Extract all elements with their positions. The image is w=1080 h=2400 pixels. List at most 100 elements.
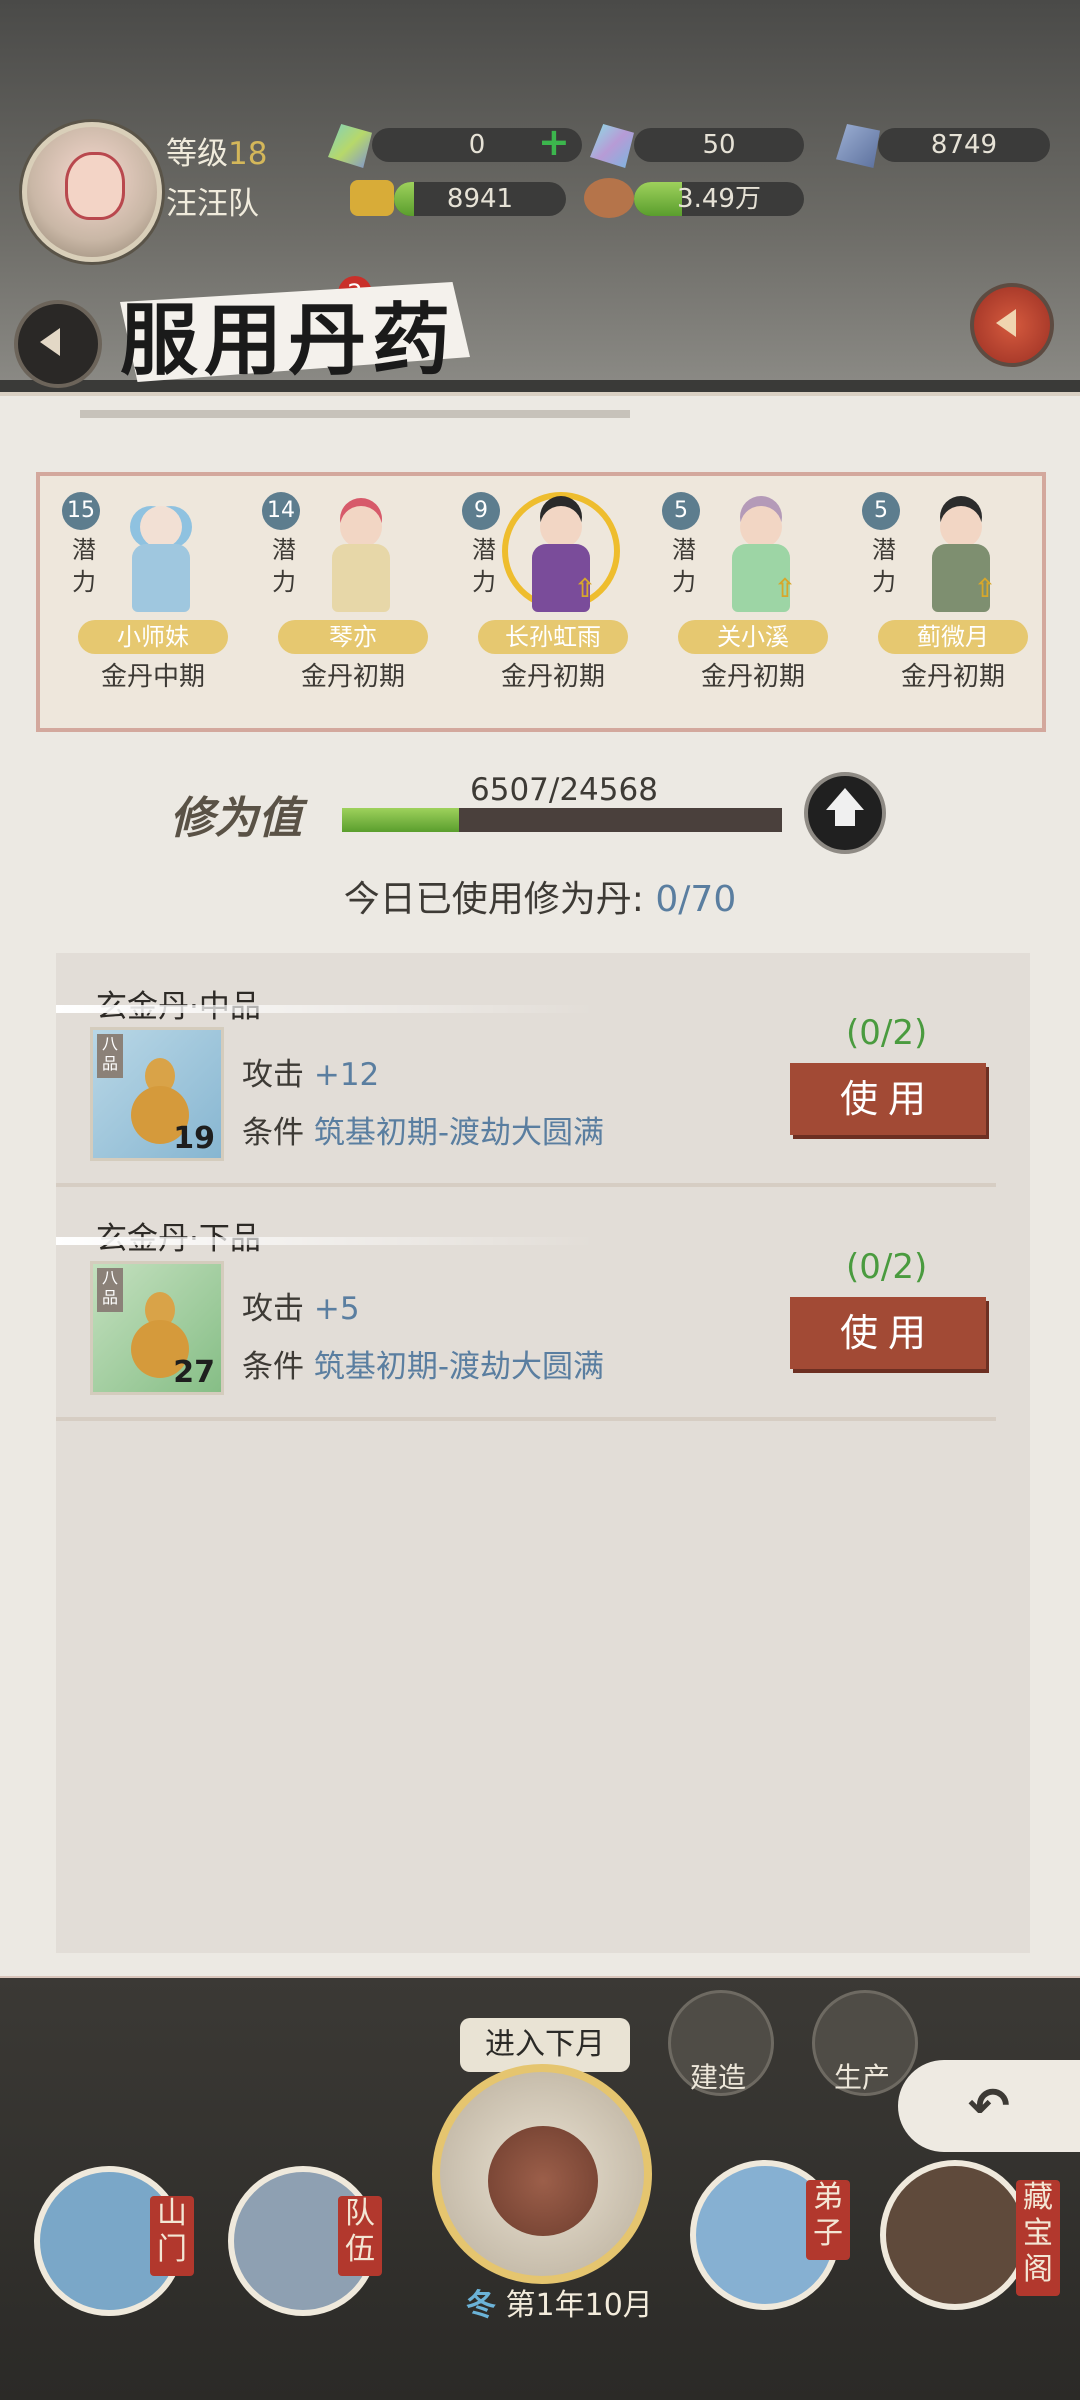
level-up-icon: ⇧ (774, 574, 796, 604)
character-realm: 金丹初期 (500, 662, 605, 692)
stat-label: 攻击 (242, 1057, 304, 1093)
jade-a-value: 0 (468, 130, 486, 160)
item-grade: 八品 (97, 1034, 123, 1078)
character-name: 关小溪 (678, 620, 828, 654)
character-card[interactable]: 5 潜力 ⇧ 关小溪 金丹初期 (642, 478, 842, 718)
panel-title: 服用丹药 (120, 295, 457, 386)
player-avatar[interactable] (22, 122, 162, 262)
daily-usage-value: 0/70 (655, 879, 737, 920)
season-dial[interactable] (432, 2064, 652, 2284)
condition-value: 筑基初期-渡劫大圆满 (313, 1349, 605, 1385)
treasury-label: 藏宝阁 (1016, 2180, 1060, 2296)
cultivation-label: 修为值 (170, 793, 302, 844)
up-arrow-icon (826, 788, 864, 810)
condition-label: 条件 (242, 1115, 304, 1151)
potential-label: 潜力 (72, 536, 96, 596)
character-realm: 金丹初期 (700, 662, 805, 692)
jade-b-counter: 50 (634, 128, 804, 162)
gold-icon (350, 180, 394, 216)
left-arrow-icon (996, 309, 1016, 337)
stat-value: +5 (313, 1291, 360, 1327)
gold-counter: 8941 (394, 182, 566, 216)
item-count: 19 (173, 1121, 215, 1156)
jade-b-value: 50 (702, 130, 736, 160)
potential-label: 潜力 (872, 536, 896, 596)
character-card[interactable]: 15 潜力 小师妹 金丹中期 (42, 478, 242, 718)
disciple-label: 弟子 (806, 2180, 850, 2260)
crystal-value: 8749 (930, 130, 998, 160)
character-name: 长孙虹雨 (478, 620, 628, 654)
build-label[interactable]: 建造 (690, 2056, 746, 2096)
upgrade-button[interactable] (804, 772, 886, 854)
cultivation-value: 6507/24568 (470, 772, 658, 808)
item-count: 27 (173, 1355, 215, 1390)
potential-label: 潜力 (672, 536, 696, 596)
character-realm: 金丹中期 (100, 662, 205, 692)
crystal-counter: 8749 (878, 128, 1050, 162)
food-icon (584, 178, 634, 218)
red-back-button[interactable] (970, 283, 1054, 367)
character-realm: 金丹初期 (900, 662, 1005, 692)
item-name: 玄金丹·中品 (96, 981, 261, 1026)
item-grade: 八品 (97, 1268, 123, 1312)
item-stat: 攻击 +12 (242, 1049, 379, 1094)
potential-badge: 15 (62, 492, 100, 530)
player-level: 等级18 (166, 128, 267, 173)
level-up-icon: ⇧ (974, 574, 996, 604)
potential-badge: 14 (262, 492, 300, 530)
use-button[interactable]: 使用 (790, 1063, 986, 1135)
item-name: 玄金丹·下品 (96, 1213, 261, 1258)
current-date: 冬 第1年10月 (466, 2280, 653, 2324)
title-underline (80, 410, 630, 418)
character-card[interactable]: 5 潜力 ⇧ 蓟微月 金丹初期 (842, 478, 1042, 718)
date-label: 第1年10月 (505, 2288, 653, 2323)
level-value: 18 (228, 136, 268, 172)
item-quota: (0/2) (846, 1013, 928, 1053)
item-quota: (0/2) (846, 1247, 928, 1287)
produce-label[interactable]: 生产 (834, 2056, 890, 2096)
food-value: 3.49万 (677, 184, 761, 214)
rainbow-jade-icon (590, 124, 634, 168)
character-name: 小师妹 (78, 620, 228, 654)
character-name: 蓟微月 (878, 620, 1028, 654)
character-figure (320, 506, 400, 616)
return-button[interactable]: ↶ (898, 2060, 1080, 2152)
potential-label: 潜力 (472, 536, 496, 596)
use-button[interactable]: 使用 (790, 1297, 986, 1369)
potential-badge: 9 (462, 492, 500, 530)
condition-label: 条件 (242, 1349, 304, 1385)
character-card[interactable]: 14 潜力 琴亦 金丹初期 (242, 478, 442, 718)
back-arrow-button[interactable] (14, 300, 102, 388)
potential-badge: 5 (862, 492, 900, 530)
team-label: 队伍 (338, 2196, 382, 2276)
cultivation-progress-fill (342, 808, 459, 832)
gate-label: 山门 (150, 2196, 194, 2276)
item-stat: 攻击 +5 (242, 1283, 360, 1328)
left-arrow-icon (40, 328, 60, 356)
team-name: 汪汪队 (166, 186, 259, 222)
daily-usage: 今日已使用修为丹: 0/70 (0, 870, 1080, 922)
winter-tree-icon (488, 2126, 598, 2236)
gold-value: 8941 (446, 184, 514, 214)
pill-icon-box[interactable]: 八品 19 (90, 1027, 224, 1161)
crystal-icon (836, 124, 880, 168)
item-condition: 条件 筑基初期-渡劫大圆满 (242, 1341, 604, 1386)
food-counter: 3.49万 (634, 182, 804, 216)
pill-list: 玄金丹·中品 八品 19 攻击 +12 条件 筑基初期-渡劫大圆满 (0/2) … (56, 953, 1030, 1953)
character-figure (120, 506, 200, 616)
return-arrow-icon: ↶ (968, 2077, 1010, 2135)
pill-icon-box[interactable]: 八品 27 (90, 1261, 224, 1395)
character-card-selected[interactable]: 9 潜力 ⇧ 长孙虹雨 金丹初期 (442, 478, 642, 718)
treasury-nav-button[interactable] (880, 2160, 1030, 2310)
add-jade-button[interactable]: + (538, 120, 570, 164)
condition-value: 筑基初期-渡劫大圆满 (313, 1115, 605, 1151)
character-realm: 金丹初期 (300, 662, 405, 692)
jade-icon (328, 124, 372, 168)
item-condition: 条件 筑基初期-渡劫大圆满 (242, 1107, 604, 1152)
stat-label: 攻击 (242, 1291, 304, 1327)
stat-value: +12 (313, 1057, 380, 1093)
season-label: 冬 (466, 2288, 496, 2323)
potential-label: 潜力 (272, 536, 296, 596)
level-up-icon: ⇧ (574, 574, 596, 604)
daily-usage-label: 今日已使用修为丹: (343, 879, 644, 920)
